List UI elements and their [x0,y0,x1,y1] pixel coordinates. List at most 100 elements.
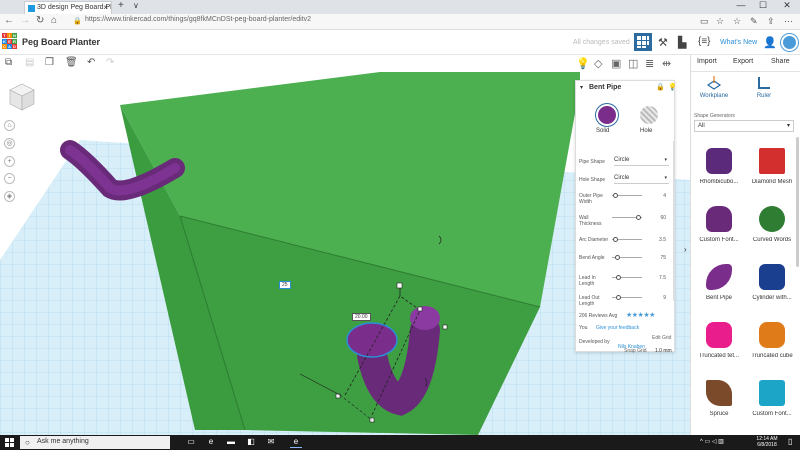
3d-view-button[interactable] [634,33,652,51]
shape-tile-label: Diamond Mesh [751,179,793,185]
dimension-label-depth[interactable]: 20.00 [352,313,371,321]
perspective-icon[interactable]: ◈ [4,191,15,202]
hammer-pick-icon[interactable]: ⚒ [658,36,668,49]
search-input[interactable]: ○ Ask me anything [20,436,170,449]
slider-knob[interactable] [613,193,619,198]
lock-icon[interactable]: 🔒 [656,83,665,91]
shape-tile[interactable]: Cylinder with... [746,259,798,317]
collapse-caret-icon[interactable]: ▾ [580,84,583,91]
redo-icon[interactable]: ↷ [106,57,114,68]
notifications-icon[interactable]: ▯ [788,437,792,446]
duplicate-icon[interactable]: ❐ [45,57,54,68]
export-button[interactable]: Export [733,58,753,65]
inspector-scrollbar[interactable] [673,141,675,301]
shape-tile[interactable]: Truncated cube [746,317,798,375]
ruler-tool[interactable]: Ruler [749,75,779,99]
shape-filter-select[interactable]: All ▾ [694,120,794,132]
back-arrow-icon[interactable]: ← [4,15,14,26]
maximize-button[interactable]: ☐ [752,0,774,11]
undo-icon[interactable]: ↶ [87,57,95,68]
shape-tile[interactable]: Custom Font... [746,375,798,433]
snap-grid-select[interactable]: 1.0 mm [655,348,672,354]
favorite-star-icon[interactable]: ☆ [716,16,724,27]
shape-thumbnail [706,380,732,406]
mail-icon[interactable]: ✉ [265,437,277,448]
hole-shape-label: Hole Shape [579,177,606,183]
url-field[interactable]: https://www.tinkercad.com/things/gq8fkMC… [85,16,311,23]
favorites-hub-icon[interactable]: ☆ [733,16,741,27]
collapse-panel-icon[interactable]: › [684,245,687,254]
align-icon[interactable]: ≣ [645,57,654,70]
copy-icon[interactable]: ⧉ [5,57,12,68]
design-title[interactable]: Peg Board Planter [22,37,100,47]
shape-tile[interactable]: Rhombicubo... [693,143,745,201]
ungroup-icon[interactable]: ◫ [628,57,638,70]
refresh-icon[interactable]: ↻ [36,15,44,26]
slider-knob[interactable] [616,295,622,300]
zoom-in-icon[interactable]: + [4,156,15,167]
visibility-bulb-icon[interactable]: 💡 [668,83,677,91]
fit-view-icon[interactable]: ◎ [4,138,15,149]
light-icon[interactable]: 💡 [576,57,590,70]
reading-view-icon[interactable]: ▭ [700,16,709,27]
shape-tile[interactable]: Custom Font... [693,201,745,259]
developed-by-label: Developed by [579,339,610,345]
browser-tab[interactable]: 3D design Peg Board Pl × [24,1,112,14]
workplane-tool[interactable]: Workplane [699,75,729,99]
slider-label: Arc Diameter [579,237,609,243]
codeblocks-icon[interactable]: {≡} [698,36,711,47]
slider-knob[interactable] [614,255,620,260]
hole-button[interactable] [640,106,658,124]
edit-grid-button[interactable]: Edit Grid [652,335,671,341]
import-button[interactable]: Import [697,58,717,65]
delete-icon[interactable]: 🗑 [65,57,78,68]
rating-stars[interactable]: ★★★★★ [626,311,655,319]
feedback-link[interactable]: Give your feedback [596,325,639,331]
paste-icon[interactable]: ▤ [25,57,34,68]
slider-knob[interactable] [636,215,642,220]
file-explorer-icon[interactable]: ▬ [225,437,237,448]
home-icon[interactable]: ⌂ [51,15,57,26]
minimize-button[interactable]: — [730,0,752,10]
task-view-icon[interactable]: ▭ [185,437,197,448]
forward-arrow-icon[interactable]: → [20,15,30,26]
edge-active-icon[interactable]: e [290,437,302,448]
shape-select-icon[interactable]: ◇ [594,57,602,70]
height-handle [396,282,403,289]
tab-close-icon[interactable]: × [103,3,108,12]
clock[interactable]: 12:14 AM 6/8/2018 [752,436,782,448]
hole-shape-select[interactable]: Circle ▾ [614,174,669,184]
web-note-icon[interactable]: ✎ [750,16,758,27]
shape-tile[interactable]: Truncated tet... [693,317,745,375]
panel-scrollbar[interactable] [796,137,799,267]
system-tray[interactable]: ^ ▭ ◁ ▥ [700,438,724,445]
zoom-out-icon[interactable]: − [4,173,15,184]
store-icon[interactable]: ◧ [245,437,257,448]
share-button[interactable]: Share [771,58,790,65]
mirror-icon[interactable]: ⇹ [662,57,671,70]
add-user-icon[interactable]: 👤 [763,36,777,49]
pipe-shape-select[interactable]: Circle ▾ [614,156,669,166]
windows-start-icon[interactable] [5,438,14,447]
edge-icon[interactable]: e [205,437,217,448]
share-icon[interactable]: ⇪ [767,16,775,27]
shape-tile[interactable]: Spruce [693,375,745,433]
shape-tile[interactable]: Bent Pipe [693,259,745,317]
new-tab-button[interactable]: + [118,0,124,11]
whats-new-link[interactable]: What's New [720,39,757,46]
shape-tile[interactable]: Diamond Mesh [746,143,798,201]
dimension-label-width[interactable]: 25 [279,281,291,289]
more-icon[interactable]: ⋯ [784,16,793,27]
slider-knob[interactable] [613,237,619,242]
slider-knob[interactable] [616,275,622,280]
shape-tile[interactable]: Curved Words [746,201,798,259]
group-icon[interactable]: ▣ [611,57,621,70]
tab-dropdown-icon[interactable]: ∨ [133,1,139,10]
tinkercad-logo[interactable]: T I N K E R C A D [2,33,18,50]
home-view-icon[interactable]: ⌂ [4,120,15,131]
avatar[interactable] [781,34,798,51]
lego-brick-icon[interactable]: ▙ [678,36,686,49]
close-window-button[interactable]: ✕ [776,0,798,11]
view-cube[interactable] [8,82,36,112]
solid-color-button[interactable] [598,106,616,124]
